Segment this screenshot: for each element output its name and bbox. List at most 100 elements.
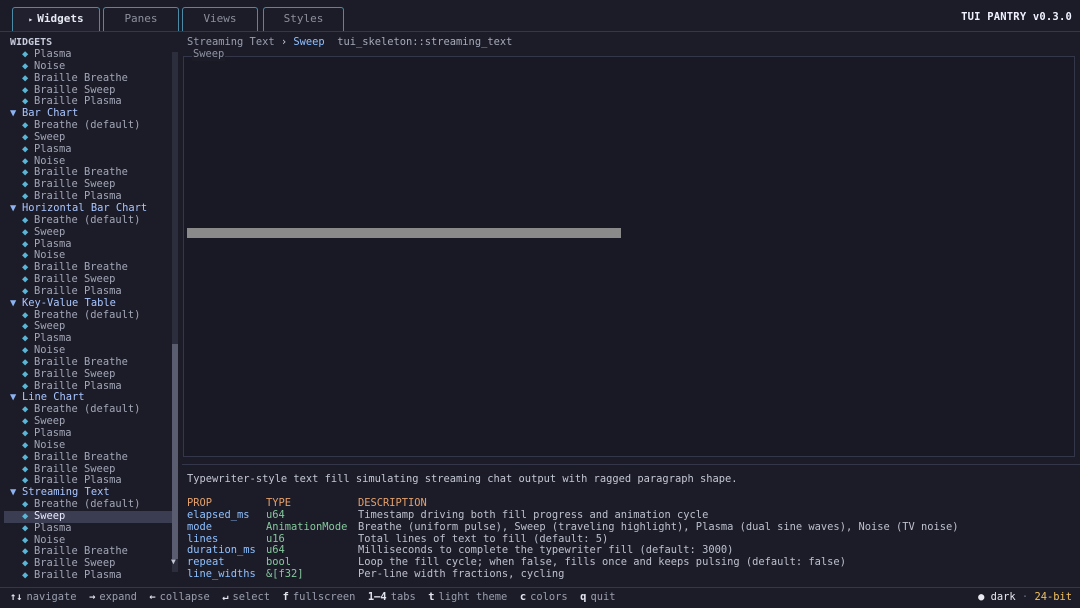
hint-action: select — [232, 591, 271, 603]
panel-divider — [182, 464, 1080, 465]
tab-bar: ▸ Widgets Panes Views Styles TUI PANTRY v… — [0, 0, 1080, 32]
tree-label: Braille Sweep — [34, 462, 116, 475]
breadcrumb-current: Sweep — [293, 36, 325, 48]
tree-label: Sweep — [34, 415, 66, 428]
tree-item[interactable]: ◆ Sweep — [4, 509, 172, 523]
hint-key: t — [428, 591, 435, 603]
tree-item[interactable]: ◆ Breathe (default) — [4, 213, 172, 227]
tree-item[interactable]: ◆ Sweep — [4, 415, 172, 428]
diamond-bullet-icon: ◆ — [22, 225, 29, 238]
hint-action: collapse — [159, 591, 210, 603]
tree-label: Braille Plasma — [34, 95, 122, 108]
prop-name: elapsed_ms — [187, 508, 250, 521]
hint-action: navigate — [26, 591, 77, 603]
prop-description: Per-line width fractions, cycling — [358, 568, 565, 581]
tab-widgets[interactable]: ▸ Widgets — [12, 7, 100, 31]
tree-label: Breathe (default) — [34, 308, 141, 321]
tree-item[interactable]: ◆ Plasma — [4, 238, 172, 251]
tree-item[interactable]: ◆ Plasma — [4, 427, 172, 440]
tree-label: Plasma — [34, 427, 72, 439]
app-brand: TUI PANTRY v0.3.0 — [961, 11, 1072, 23]
tree-label: Braille Sweep — [34, 83, 116, 96]
tree-label: Noise — [34, 533, 66, 546]
hint-key: → — [89, 591, 96, 603]
tree-label: Bar Chart — [22, 107, 79, 120]
tree-label: Braille Sweep — [34, 557, 116, 570]
sidebar-scrollbar[interactable] — [172, 52, 178, 572]
scrollbar-thumb[interactable] — [172, 344, 178, 559]
tree-item[interactable]: ◆ Plasma — [4, 48, 172, 61]
diamond-bullet-icon: ◆ — [22, 59, 29, 72]
tree-label: Sweep — [34, 509, 66, 522]
expanded-chevron-icon: ▼ — [10, 391, 17, 404]
breadcrumb-parent[interactable]: Streaming Text — [187, 36, 275, 48]
widget-description: Typewriter-style text fill simulating st… — [187, 473, 738, 485]
hint-action: expand — [99, 591, 137, 603]
theme-dot-icon: ● — [978, 591, 985, 603]
tree-label: Braille Plasma — [34, 379, 122, 392]
diamond-bullet-icon: ◆ — [22, 213, 29, 226]
tree-label: Sweep — [34, 130, 66, 143]
widget-tree: ◆ Plasma ◆ Noise ◆ Braille Breathe ◆ Braille Sw… — [4, 48, 172, 582]
props-row: line_widths &[f32] Per-line width fraction… — [187, 568, 564, 581]
tree-item[interactable]: ◆ Plasma — [4, 142, 172, 156]
tree-item[interactable]: ◆ Breathe (default) — [4, 498, 172, 511]
prop-description: Breathe (uniform pulse), Sweep (travelin… — [358, 520, 959, 533]
props-row: mode AnimationMode Breathe (uniform pulse)… — [187, 520, 959, 534]
widget-sidebar: WIDGETS ◆ Plasma ◆ Noise ◆ Braille Breathe ◆ Br… — [4, 37, 178, 583]
tab-panes[interactable]: Panes — [103, 7, 179, 31]
tree-label: Plasma — [34, 332, 72, 345]
hint-action: colors — [530, 591, 568, 603]
tree-label: Key-Value Table — [22, 296, 116, 309]
tree-label: Breathe (default) — [34, 498, 141, 511]
tree-item[interactable]: ◆ Breathe (default) — [4, 119, 172, 132]
diamond-bullet-icon: ◆ — [22, 367, 29, 380]
expanded-chevron-icon: ▼ — [10, 201, 17, 214]
prop-name: mode — [187, 520, 213, 533]
tab-label: Widgets — [37, 12, 84, 25]
expanded-chevron-icon: ▼ — [10, 296, 17, 309]
props-row: elapsed_ms u64 Timestamp driving both fill… — [187, 509, 708, 522]
tree-item[interactable]: ◆ Plasma — [4, 521, 172, 535]
diamond-bullet-icon: ◆ — [22, 71, 29, 84]
tab-label: Views — [203, 12, 237, 25]
prop-type: u64 — [266, 508, 285, 521]
tree-item[interactable]: ◆ Plasma — [4, 332, 172, 345]
hint-key: 1–4 — [367, 591, 387, 603]
breadcrumb-separator-icon: › — [280, 36, 288, 48]
scroll-down-icon[interactable]: ▼ — [171, 556, 176, 568]
hint-key: f — [282, 591, 289, 603]
tree-label: Sweep — [34, 225, 66, 238]
tab-styles[interactable]: Styles — [263, 7, 344, 31]
hint-key: ↑↓ — [10, 591, 23, 603]
tree-label: Braille Plasma — [34, 190, 122, 203]
hint-key: ↵ — [222, 591, 229, 603]
diamond-bullet-icon: ◆ — [22, 438, 29, 451]
hint-key: c — [519, 591, 527, 603]
tree-label: Braille Breathe — [34, 355, 128, 368]
tab-views[interactable]: Views — [182, 7, 258, 31]
tree-item[interactable]: ◆ Breathe (default) — [4, 308, 172, 322]
hint-action: quit — [590, 591, 616, 603]
theme-name: dark — [990, 591, 1016, 603]
tree-label: Braille Breathe — [34, 450, 128, 463]
diamond-bullet-icon: ◆ — [22, 521, 29, 534]
expanded-chevron-icon: ▼ — [10, 107, 17, 120]
tree-label: Noise — [34, 59, 66, 72]
tree-label: Plasma — [34, 142, 72, 155]
diamond-bullet-icon: ◆ — [22, 130, 29, 143]
tree-label: Braille Sweep — [34, 178, 116, 191]
color-depth: 24-bit — [1034, 591, 1072, 603]
tree-label: Braille Breathe — [34, 166, 128, 179]
tree-item[interactable]: ◆ Sweep — [4, 320, 172, 333]
tree-label: Noise — [34, 438, 66, 451]
tree-label: Braille Plasma — [34, 569, 122, 582]
diamond-bullet-icon: ◆ — [22, 509, 29, 522]
status-divider-dot: · — [1021, 591, 1029, 603]
tree-item[interactable]: ◆ Sweep — [4, 225, 172, 239]
tree-item[interactable]: ◆ Braille Plasma — [4, 569, 172, 582]
tree-label: Plasma — [34, 48, 72, 60]
tree-item[interactable]: ◆ Breathe (default) — [4, 403, 172, 416]
tree-item[interactable]: ◆ Sweep — [4, 130, 172, 144]
tab-label: Panes — [124, 12, 158, 25]
